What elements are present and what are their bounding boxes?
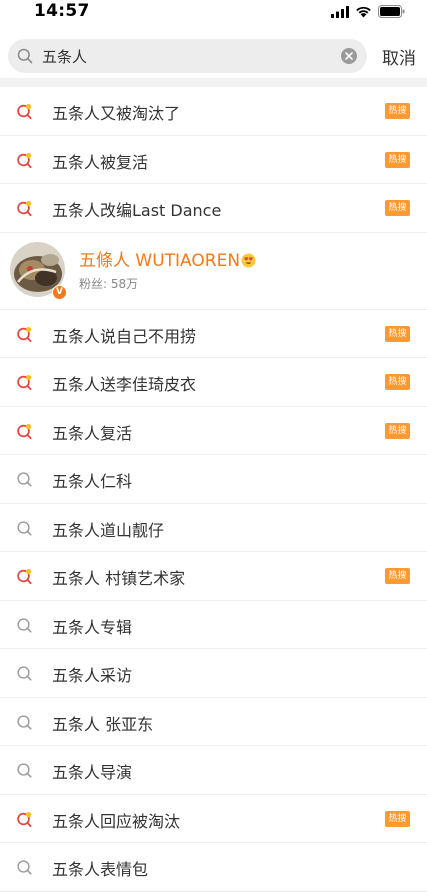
search-icon [16,714,33,731]
suggestion-label: 五条人复活 [52,423,133,443]
verified-badge: V [52,284,67,300]
status-icons [331,5,405,18]
trending-search-icon [16,423,33,440]
signal-icon [331,5,349,18]
suggestion-label: 五条人仁科 [52,472,133,491]
suggestion-label: 五条人表情包 [52,860,149,879]
suggestion-row[interactable]: 五条人表情包 [0,843,427,892]
suggestion-label: 五条人道山靓仔 [52,520,165,540]
trending-search-icon [16,152,33,169]
suggestion-label: 五条人回应被淘汰 [52,811,181,831]
suggestion-row[interactable]: 五条人导演 [0,746,427,795]
trending-search-icon [16,568,33,585]
hot-badge: 热搜 [385,200,410,216]
trending-search-icon [16,811,33,828]
suggestion-row[interactable]: 五条人复活 热搜 [0,407,427,455]
search-icon [17,48,33,64]
suggestion-label: 五条人专辑 [52,617,133,637]
search-query: 五条人 [42,48,88,66]
suggestion-list: 五条人又被淘汰了 热搜 五条人被复活 热搜 五条人改编Last Dance 热搜 V 五條… [0,87,427,892]
hot-badge: 热搜 [385,810,410,827]
trending-search-icon [16,326,33,343]
trending-search-icon [16,103,33,120]
user-fans: 粉丝: 58万 [79,276,139,291]
suggestion-row[interactable]: 五条人又被淘汰了 热搜 [0,87,427,136]
hot-badge: 热搜 [385,568,410,584]
clear-icon[interactable] [340,47,358,65]
wifi-icon [356,6,371,17]
search-icon [16,520,33,537]
trending-search-icon [16,374,33,391]
suggestion-label: 五条人说自己不用捞 [52,326,197,346]
trending-search-icon [16,200,33,217]
search-input[interactable]: 五条人 [8,39,367,73]
suggestion-row[interactable]: 五条人采访 [0,649,427,698]
suggestion-row[interactable]: 五条人说自己不用捞 热搜 [0,310,427,358]
search-icon [16,762,33,779]
status-time: 14:57 [34,1,90,21]
search-icon [16,665,33,682]
user-result[interactable]: V 五條人 WUTIAOREN 粉丝: 58万 [0,233,427,310]
search-bar: 五条人 取消 [0,36,427,76]
status-bar: 14:57 [0,0,427,30]
suggestion-row[interactable]: 五条人被复活 热搜 [0,136,427,184]
hot-badge: 热搜 [385,325,410,342]
search-icon [16,471,33,488]
suggestion-label: 五条人被复活 [52,152,149,172]
suggestion-row[interactable]: 五条人仁科 [0,455,427,504]
cancel-button[interactable]: 取消 [382,44,416,69]
divider [0,78,427,87]
suggestion-label: 五条人又被淘汰了 [52,104,181,123]
suggestion-row[interactable]: 五条人改编Last Dance 热搜 [0,184,427,233]
suggestion-label: 五条人 张亚东 [52,714,154,734]
suggestion-row[interactable]: 五条人送李佳琦皮衣 热搜 [0,358,427,407]
hot-badge: 热搜 [385,374,410,390]
suggestion-row[interactable]: 五条人 张亚东 [0,698,427,746]
hot-badge: 热搜 [385,151,410,168]
heart-eyes-emoji-icon [241,253,256,267]
user-name: 五條人 WUTIAOREN [79,246,256,271]
battery-icon [378,5,405,18]
hot-badge: 热搜 [385,103,410,119]
suggestion-row[interactable]: 五条人专辑 [0,601,427,649]
suggestion-label: 五条人送李佳琦皮衣 [52,375,197,394]
suggestion-row[interactable]: 五条人道山靓仔 [0,504,427,552]
suggestion-row[interactable]: 五条人回应被淘汰 热搜 [0,795,427,843]
suggestion-label: 五条人改编Last Dance [52,201,222,220]
search-icon [16,617,33,634]
suggestion-label: 五条人导演 [52,763,133,782]
suggestion-label: 五条人采访 [52,666,133,685]
hot-badge: 热搜 [385,422,410,439]
suggestion-row[interactable]: 五条人 村镇艺术家 热搜 [0,552,427,601]
suggestion-label: 五条人 村镇艺术家 [52,569,186,588]
search-icon [16,859,33,876]
